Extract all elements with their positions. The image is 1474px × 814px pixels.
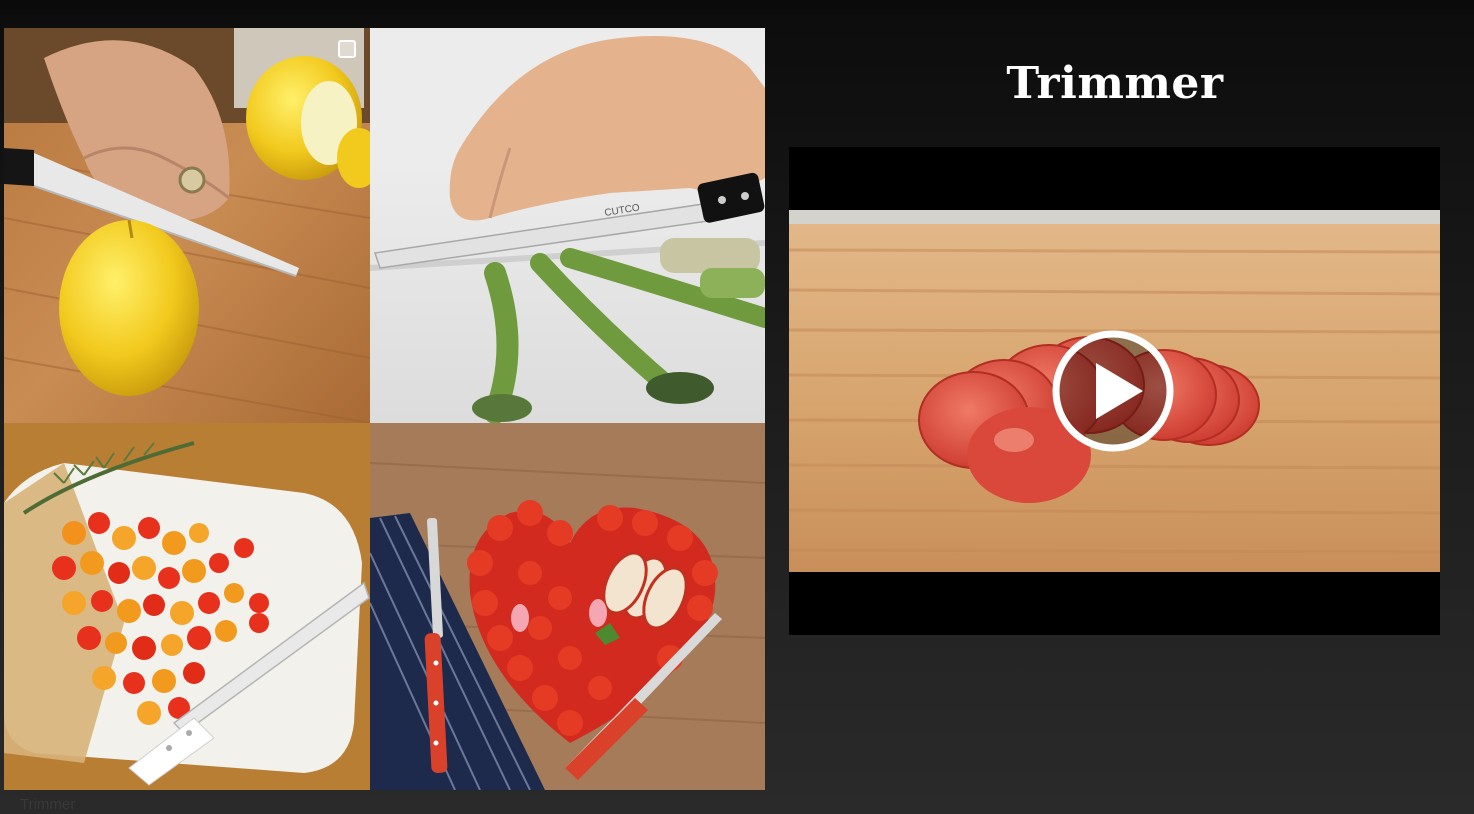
- play-button[interactable]: [1051, 329, 1175, 453]
- video-player[interactable]: [789, 147, 1440, 635]
- photo-cherry-tomatoes: [4, 423, 370, 790]
- footer-caption: Trimmer: [20, 796, 76, 813]
- photo-lemon-cutting: [4, 28, 370, 423]
- multiple-images-icon: [338, 40, 356, 58]
- top-strip: [0, 0, 1474, 10]
- photo-fruit-heart: [370, 423, 765, 790]
- photo-grid: CUTCO: [4, 28, 765, 790]
- play-icon: [1052, 330, 1174, 452]
- slide-title: Trimmer: [1006, 58, 1224, 109]
- slide: CUTCO Trimmer Trimmer: [0, 0, 1474, 814]
- photo-asparagus-slicing: CUTCO: [370, 28, 765, 423]
